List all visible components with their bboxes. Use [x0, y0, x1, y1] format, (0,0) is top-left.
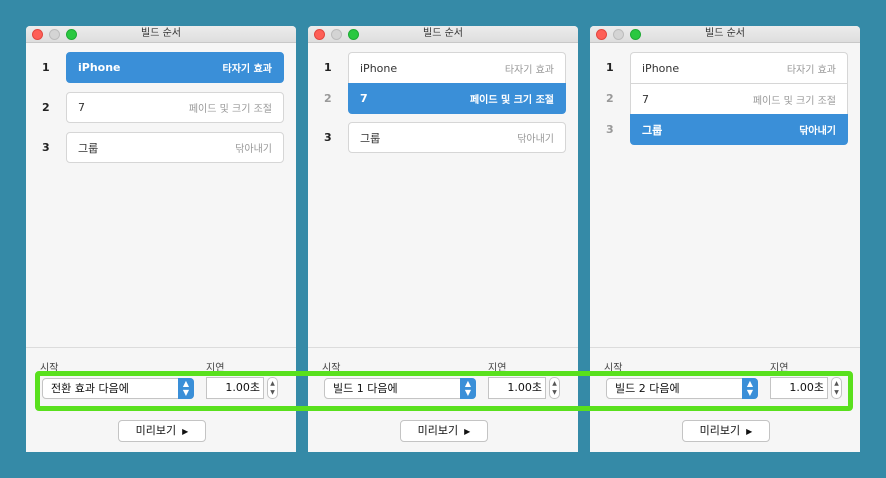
- start-select[interactable]: 빌드 2 다음에 ▲ ▼: [606, 378, 758, 399]
- stepper-icon[interactable]: ▲ ▼: [267, 377, 278, 399]
- start-select-value: 전환 효과 다음에: [51, 382, 129, 395]
- build-item-3[interactable]: 그룹 닦아내기: [348, 122, 566, 153]
- build-item-2[interactable]: 7 페이드 및 크기 조절: [348, 83, 566, 114]
- delay-input[interactable]: 1.00초: [770, 377, 828, 399]
- build-object-name: 그룹: [360, 131, 381, 145]
- zoom-button[interactable]: [630, 29, 641, 40]
- preview-button[interactable]: 미리보기 ▶: [118, 420, 206, 442]
- build-item-1[interactable]: iPhone 타자기 효과: [630, 52, 848, 83]
- preview-button[interactable]: 미리보기 ▶: [400, 420, 488, 442]
- delay-input[interactable]: 1.00초: [488, 377, 546, 399]
- chevron-updown-icon: ▲ ▼: [460, 378, 476, 399]
- window-controls: [32, 29, 77, 40]
- delay-label: 지연: [488, 363, 507, 374]
- minimize-button[interactable]: [49, 29, 60, 40]
- build-number: 1: [42, 61, 50, 74]
- play-icon: ▶: [182, 427, 189, 436]
- stepper-icon[interactable]: ▲ ▼: [831, 377, 842, 399]
- build-row-1: 1 iPhone 타자기 효과: [26, 52, 296, 84]
- play-icon: ▶: [746, 427, 753, 436]
- build-item-2[interactable]: 7 페이드 및 크기 조절: [66, 92, 284, 123]
- start-select-value: 빌드 1 다음에: [333, 382, 398, 395]
- build-order-window-3: 빌드 순서 1 iPhone 타자기 효과 2 7 페이드 및 크기 조절 3 …: [590, 26, 860, 452]
- build-effect-name: 페이드 및 크기 조절: [469, 95, 554, 106]
- build-object-name: 7: [78, 101, 85, 114]
- build-number: 1: [324, 61, 332, 74]
- build-object-name: iPhone: [78, 61, 121, 74]
- chevron-updown-icon: ▲ ▼: [178, 378, 194, 399]
- build-row-2: 2 7 페이드 및 크기 조절: [590, 83, 860, 115]
- build-number: 2: [42, 101, 50, 114]
- build-object-name: iPhone: [360, 61, 398, 75]
- title-bar: 빌드 순서: [590, 26, 860, 43]
- build-row-2: 2 7 페이드 및 크기 조절: [308, 83, 578, 115]
- start-label: 시작: [604, 363, 623, 374]
- divider: [26, 347, 296, 348]
- build-row-3: 3 그룹 닦아내기: [308, 122, 578, 154]
- build-number: 2: [606, 92, 614, 105]
- chevron-updown-icon: ▲ ▼: [742, 378, 758, 399]
- start-select[interactable]: 전환 효과 다음에 ▲ ▼: [42, 378, 194, 399]
- build-item-3[interactable]: 그룹 닦아내기: [630, 114, 848, 145]
- build-effect-name: 닦아내기: [235, 144, 272, 155]
- divider: [308, 347, 578, 348]
- build-number: 1: [606, 61, 614, 74]
- build-item-1[interactable]: iPhone 타자기 효과: [348, 52, 566, 83]
- build-row-1: 1 iPhone 타자기 효과: [308, 52, 578, 84]
- divider: [590, 347, 860, 348]
- preview-button[interactable]: 미리보기 ▶: [682, 420, 770, 442]
- build-object-name: 그룹: [642, 123, 663, 137]
- build-row-3: 3 그룹 닦아내기: [26, 132, 296, 164]
- window-controls: [314, 29, 359, 40]
- build-row-3: 3 그룹 닦아내기: [590, 114, 860, 146]
- build-object-name: iPhone: [642, 61, 680, 75]
- zoom-button[interactable]: [66, 29, 77, 40]
- close-button[interactable]: [32, 29, 43, 40]
- build-effect-name: 페이드 및 크기 조절: [752, 95, 836, 107]
- build-row-1: 1 iPhone 타자기 효과: [590, 52, 860, 84]
- delay-label: 지연: [770, 363, 789, 374]
- delay-input[interactable]: 1.00초: [206, 377, 264, 399]
- build-effect-name: 타자기 효과: [222, 64, 272, 75]
- build-item-3[interactable]: 그룹 닦아내기: [66, 132, 284, 163]
- build-number: 2: [324, 92, 332, 105]
- build-effect-name: 닦아내기: [517, 134, 554, 145]
- build-object-name: 7: [360, 92, 368, 105]
- start-select[interactable]: 빌드 1 다음에 ▲ ▼: [324, 378, 476, 399]
- build-order-window-2: 빌드 순서 1 iPhone 타자기 효과 2 7 페이드 및 크기 조절 3 …: [308, 26, 578, 452]
- build-object-name: 그룹: [78, 141, 99, 155]
- preview-button-label: 미리보기: [135, 424, 177, 437]
- start-label: 시작: [322, 363, 341, 374]
- zoom-button[interactable]: [348, 29, 359, 40]
- build-item-1[interactable]: iPhone 타자기 효과: [66, 52, 284, 83]
- build-order-window-1: 빌드 순서 1 iPhone 타자기 효과 2 7 페이드 및 크기 조절 3 …: [26, 26, 296, 452]
- window-controls: [596, 29, 641, 40]
- play-icon: ▶: [464, 427, 471, 436]
- delay-label: 지연: [206, 363, 225, 374]
- window-title: 빌드 순서: [423, 28, 463, 39]
- preview-button-label: 미리보기: [417, 424, 459, 437]
- stepper-icon[interactable]: ▲ ▼: [549, 377, 560, 399]
- window-title: 빌드 순서: [141, 28, 181, 39]
- build-object-name: 7: [642, 92, 649, 106]
- title-bar: 빌드 순서: [308, 26, 578, 43]
- minimize-button[interactable]: [331, 29, 342, 40]
- build-effect-name: 닦아내기: [799, 126, 836, 137]
- preview-button-label: 미리보기: [699, 424, 741, 437]
- close-button[interactable]: [596, 29, 607, 40]
- title-bar: 빌드 순서: [26, 26, 296, 43]
- build-number: 3: [42, 141, 50, 154]
- build-item-2[interactable]: 7 페이드 및 크기 조절: [630, 83, 848, 114]
- start-select-value: 빌드 2 다음에: [615, 382, 680, 395]
- close-button[interactable]: [314, 29, 325, 40]
- build-effect-name: 타자기 효과: [504, 64, 554, 76]
- build-number: 3: [324, 131, 332, 144]
- build-effect-name: 타자기 효과: [786, 64, 836, 76]
- build-effect-name: 페이드 및 크기 조절: [188, 104, 272, 115]
- window-title: 빌드 순서: [705, 28, 745, 39]
- build-row-2: 2 7 페이드 및 크기 조절: [26, 92, 296, 124]
- build-number: 3: [606, 123, 614, 136]
- start-label: 시작: [40, 363, 59, 374]
- minimize-button[interactable]: [613, 29, 624, 40]
